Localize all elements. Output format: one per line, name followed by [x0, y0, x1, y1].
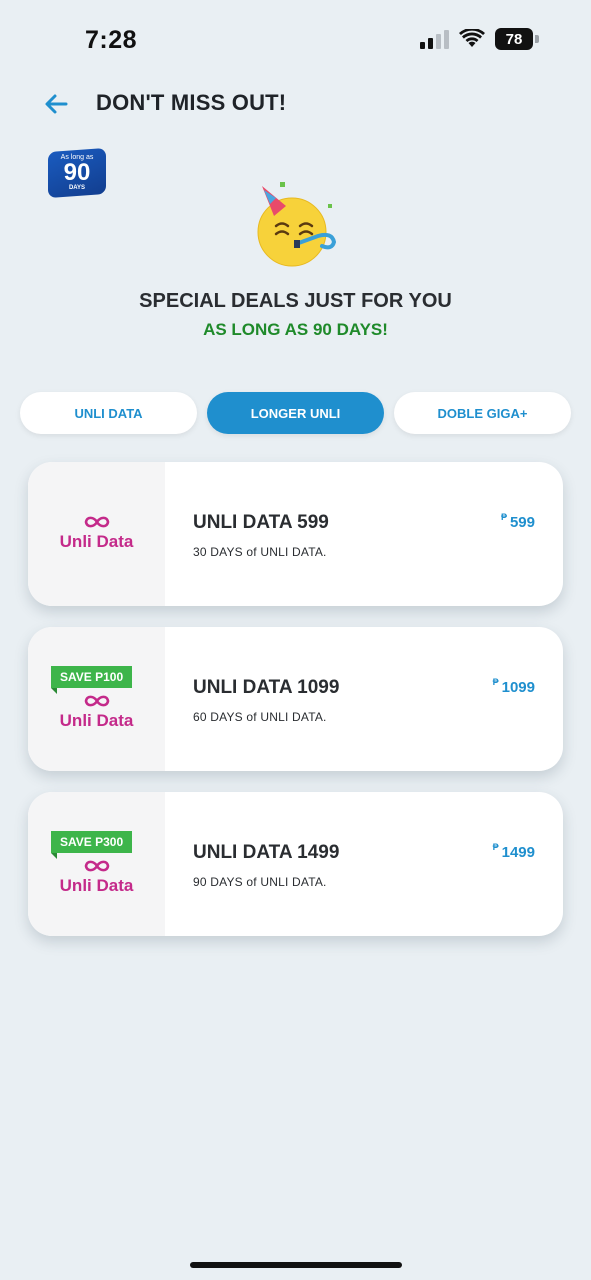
tab-longer-unli[interactable]: LONGER UNLI — [207, 392, 384, 434]
tab-unli-data[interactable]: UNLI DATA — [20, 392, 197, 434]
infinity-icon — [84, 516, 109, 528]
offer-price: ₱ 599 — [500, 512, 535, 531]
unli-data-logo: Unli Data — [28, 858, 165, 896]
page-title: DON'T MISS OUT! — [96, 90, 287, 115]
price-value: 599 — [509, 514, 535, 531]
offer-price: ₱ 1499 — [492, 842, 535, 861]
card-logo-panel: Unli Data — [28, 462, 165, 606]
90-days-badge: As long as 90 DAYS — [48, 147, 108, 202]
status-icons: 78 — [420, 28, 539, 50]
party-face-icon — [257, 182, 337, 267]
unli-data-logo: Unli Data — [28, 514, 165, 552]
offer-card-1499[interactable]: SAVE P300 Unli Data UNLI DATA 1499 90 DA… — [28, 792, 563, 936]
logo-text: Unli Data — [59, 711, 134, 730]
infinity-icon — [84, 860, 109, 872]
card-logo-panel: SAVE P300 Unli Data — [28, 792, 165, 936]
unli-data-logo: Unli Data — [28, 693, 165, 731]
offer-description: 90 DAYS of UNLI DATA. — [193, 875, 327, 889]
price-value: 1499 — [501, 844, 535, 861]
price-value: 1099 — [501, 679, 535, 696]
offer-description: 60 DAYS of UNLI DATA. — [193, 710, 327, 724]
battery-level: 78 — [495, 28, 533, 50]
save-ribbon: SAVE P300 — [51, 831, 133, 859]
offer-card-1099[interactable]: SAVE P100 Unli Data UNLI DATA 1099 60 DA… — [28, 627, 563, 771]
currency-symbol: ₱ — [500, 512, 507, 522]
cellular-signal-icon — [420, 29, 449, 49]
category-tabs: UNLI DATA LONGER UNLI DOBLE GIGA+ — [20, 392, 571, 434]
infinity-icon — [84, 695, 109, 707]
logo-text: Unli Data — [59, 532, 134, 551]
back-arrow-icon[interactable] — [42, 90, 70, 118]
offer-card-599[interactable]: Unli Data UNLI DATA 599 30 DAYS of UNLI … — [28, 462, 563, 606]
status-bar: 7:28 78 — [0, 0, 591, 80]
badge-number: 90 — [63, 159, 91, 186]
card-logo-panel: SAVE P100 Unli Data — [28, 627, 165, 771]
badge-bottom-text: DAYS — [68, 185, 86, 191]
battery-icon: 78 — [495, 28, 539, 50]
offer-name: UNLI DATA 1499 — [193, 842, 340, 863]
status-time: 7:28 — [85, 26, 138, 54]
offer-name: UNLI DATA 1099 — [193, 677, 340, 698]
home-indicator[interactable] — [190, 1262, 402, 1268]
offer-description: 30 DAYS of UNLI DATA. — [193, 545, 327, 559]
promo-headline: SPECIAL DEALS JUST FOR YOU — [139, 290, 452, 312]
offer-name: UNLI DATA 599 — [193, 512, 329, 533]
offer-price: ₱ 1099 — [492, 677, 535, 696]
wifi-icon — [459, 29, 485, 47]
currency-symbol: ₱ — [492, 842, 499, 852]
save-ribbon: SAVE P100 — [51, 666, 133, 694]
logo-text: Unli Data — [59, 876, 134, 895]
currency-symbol: ₱ — [492, 677, 499, 687]
promo-subhead: AS LONG AS 90 DAYS! — [203, 320, 388, 339]
tab-doble-giga[interactable]: DOBLE GIGA+ — [394, 392, 571, 434]
